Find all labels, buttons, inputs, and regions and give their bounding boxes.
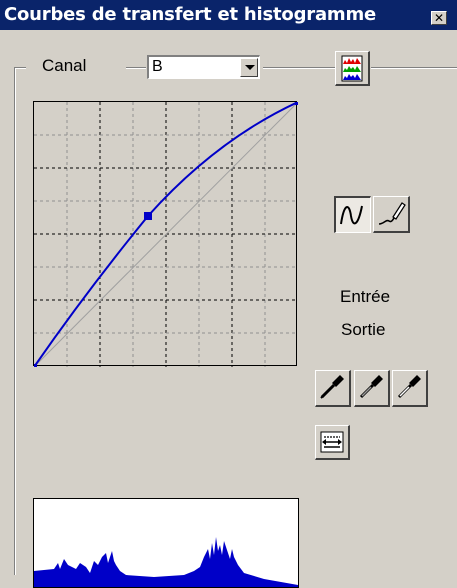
auto-levels-icon	[320, 431, 344, 453]
curve-endpoint-high[interactable]	[295, 102, 298, 105]
white-point-eyedropper-button[interactable]	[392, 370, 428, 407]
curve-control-point[interactable]	[144, 212, 152, 220]
rgb-histogram-icon	[341, 55, 363, 82]
channel-select[interactable]: B	[147, 55, 260, 79]
rgb-histogram-button[interactable]	[335, 51, 370, 86]
chevron-down-icon[interactable]	[240, 58, 258, 77]
histogram-bars	[34, 537, 298, 587]
auto-levels-button[interactable]	[315, 425, 350, 460]
close-icon: ✕	[433, 11, 445, 25]
transfer-curve-graph[interactable]	[33, 101, 298, 367]
smooth-curve-icon	[340, 205, 363, 225]
channel-label: Canal	[42, 56, 87, 75]
gray-point-eyedropper-icon	[359, 375, 383, 399]
window-title: Courbes de transfert et histogramme	[4, 4, 377, 25]
black-point-eyedropper-button[interactable]	[315, 370, 351, 407]
output-label: Sortie	[341, 320, 386, 339]
smooth-curve-button[interactable]	[334, 196, 371, 233]
white-point-eyedropper-icon	[397, 375, 421, 399]
gray-point-eyedropper-button[interactable]	[354, 370, 390, 407]
curve-endpoint-low[interactable]	[34, 364, 37, 367]
close-button[interactable]: ✕	[431, 11, 447, 25]
freehand-pencil-icon	[378, 202, 406, 225]
input-label: Entrée	[340, 287, 391, 306]
channel-select-value: B	[152, 58, 163, 75]
freehand-curve-button[interactable]	[373, 196, 410, 233]
black-point-eyedropper-icon	[320, 375, 344, 399]
title-bar: Courbes de transfert et histogramme ✕	[0, 0, 457, 30]
